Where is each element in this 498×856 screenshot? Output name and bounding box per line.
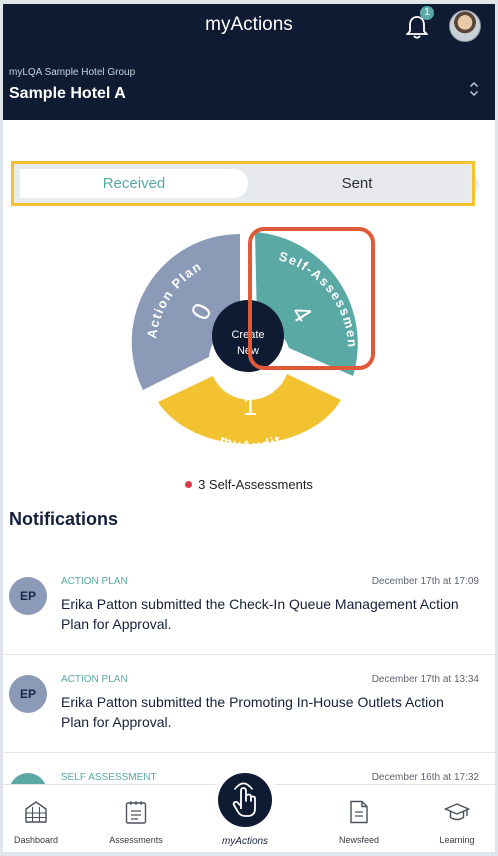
notification-item[interactable]: EP ACTION PLAN December 17th at 17:09 Er…: [3, 557, 495, 655]
nav-assessments-label: Assessments: [109, 835, 163, 845]
nav-newsfeed-label: Newsfeed: [338, 835, 380, 845]
hotel-selector[interactable]: myLQA Sample Hotel Group Sample Hotel A: [3, 54, 495, 120]
notification-avatar: EP: [9, 577, 47, 615]
pointer-hand-icon: [232, 782, 256, 817]
notification-avatar: EP: [9, 675, 47, 713]
clipboard-icon: [125, 801, 147, 824]
nav-assessments[interactable]: Assessments: [91, 785, 181, 852]
document-icon: [350, 800, 368, 824]
my-audit-count: 1: [243, 391, 257, 421]
notification-time: December 17th at 13:34: [371, 674, 479, 685]
notification-time: December 17th at 17:09: [371, 576, 479, 587]
graduation-cap-icon: [444, 803, 470, 821]
device-frame: myActions 1 myLQA Sample Hotel Group Sam…: [0, 0, 498, 856]
chevron-up-down-icon[interactable]: [468, 80, 480, 98]
myactions-button[interactable]: [218, 773, 272, 827]
wheel-legend: 3 Self-Assessments: [3, 477, 495, 492]
notification-message: Erika Patton submitted the Promoting In-…: [61, 694, 444, 730]
hotel-name: Sample Hotel A: [9, 85, 126, 102]
legend-dot: [185, 481, 193, 488]
nav-myactions[interactable]: [211, 767, 279, 835]
nav-learning-label: Learning: [439, 835, 475, 845]
tab-received[interactable]: Received: [20, 169, 248, 198]
nav-dashboard[interactable]: Dashboard: [3, 785, 81, 852]
dashboard-icon: [25, 801, 47, 823]
notification-time: December 16th at 17:32: [371, 772, 479, 783]
notification-message: Erika Patton submitted the Check-In Queu…: [61, 596, 459, 632]
notifications-heading: Notifications: [9, 509, 119, 529]
top-bar: myActions 1: [3, 4, 495, 54]
nav-newsfeed[interactable]: Newsfeed: [314, 785, 404, 852]
app-screen: myActions 1 myLQA Sample Hotel Group Sam…: [3, 4, 495, 852]
segment-track: Received Sent: [20, 169, 466, 198]
nav-learning[interactable]: Learning: [412, 785, 495, 852]
legend-text: 3 Self-Assessments: [198, 477, 313, 492]
notification-category: SELF ASSESSMENT: [61, 772, 157, 783]
notification-category: ACTION PLAN: [61, 576, 128, 587]
segment-control: Received Sent: [11, 161, 475, 206]
self-assessment-highlight: [248, 227, 375, 370]
user-avatar[interactable]: [449, 10, 481, 42]
notification-badge: 1: [420, 6, 434, 20]
tab-sent[interactable]: Sent: [248, 169, 466, 198]
notification-category: ACTION PLAN: [61, 674, 128, 685]
hotel-group-label: myLQA Sample Hotel Group: [9, 67, 136, 78]
nav-myactions-label: myActions: [221, 836, 269, 847]
notification-item[interactable]: EP ACTION PLAN December 17th at 13:34 Er…: [3, 655, 495, 753]
nav-dashboard-label: Dashboard: [13, 835, 59, 845]
